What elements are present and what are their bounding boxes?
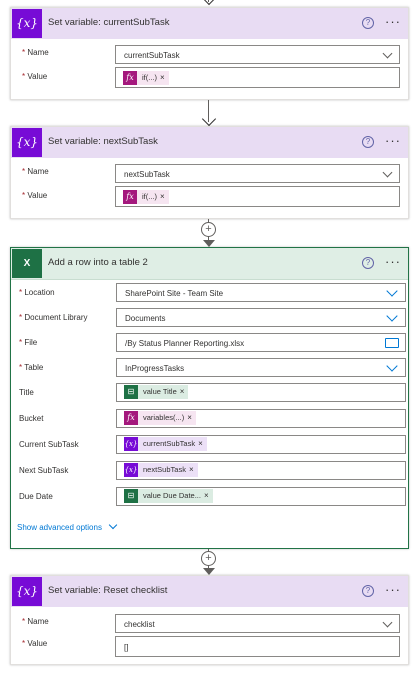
show-advanced-options-link[interactable]: Show advanced options bbox=[17, 520, 118, 532]
remove-token-icon[interactable]: × bbox=[160, 73, 165, 82]
more-options-icon[interactable]: ··· bbox=[385, 582, 401, 597]
card-header[interactable]: {x} Set variable: nextSubTask ? ··· bbox=[11, 127, 408, 158]
fx-icon: fx bbox=[123, 190, 137, 204]
action-card-add-row-excel: X Add a row into a table 2 ? ··· * Locat… bbox=[10, 247, 409, 549]
card-title: Add a row into a table 2 bbox=[48, 257, 148, 268]
field-label-name: * Name bbox=[22, 167, 49, 176]
field-label-value: * Value bbox=[22, 639, 48, 648]
variable-icon: {x} bbox=[124, 463, 138, 477]
name-dropdown[interactable]: checklist bbox=[115, 614, 400, 633]
name-dropdown[interactable]: nextSubTask bbox=[115, 164, 400, 183]
field-label-value: * Value bbox=[22, 72, 48, 81]
chevron-down-icon[interactable] bbox=[382, 617, 393, 628]
variable-icon: {x} bbox=[124, 437, 138, 451]
fx-icon: fx bbox=[124, 411, 138, 425]
excel-token-icon: ⊟ bbox=[124, 385, 138, 399]
file-picker[interactable]: /By Status Planner Reporting.xlsx bbox=[116, 333, 406, 352]
more-options-icon[interactable]: ··· bbox=[385, 14, 401, 29]
variable-token[interactable]: {x} currentSubTask × bbox=[124, 437, 207, 451]
field-label-current-subtask: Current SubTask bbox=[19, 440, 79, 449]
value-input[interactable]: fx if(...) × bbox=[115, 67, 400, 88]
remove-token-icon[interactable]: × bbox=[160, 192, 165, 201]
chevron-down-icon[interactable] bbox=[386, 310, 398, 322]
document-library-dropdown[interactable]: Documents bbox=[116, 308, 406, 327]
card-title: Set variable: nextSubTask bbox=[48, 136, 158, 147]
title-input[interactable]: ⊟ value Title × bbox=[116, 383, 406, 402]
card-header[interactable]: X Add a row into a table 2 ? ··· bbox=[11, 248, 408, 280]
expression-token[interactable]: fx if(...) × bbox=[123, 71, 169, 85]
excel-icon: X bbox=[12, 249, 42, 278]
bucket-input[interactable]: fx variables(...) × bbox=[116, 409, 406, 428]
more-options-icon[interactable]: ··· bbox=[385, 133, 401, 148]
chevron-down-icon[interactable] bbox=[382, 48, 393, 59]
insert-step-button[interactable]: + bbox=[201, 222, 216, 237]
remove-token-icon[interactable]: × bbox=[189, 465, 194, 474]
field-label-table: * Table bbox=[19, 363, 44, 372]
field-label-name: * Name bbox=[22, 48, 49, 57]
table-dropdown[interactable]: InProgressTasks bbox=[116, 358, 406, 377]
chevron-down-icon bbox=[108, 520, 118, 530]
remove-token-icon[interactable]: × bbox=[198, 439, 203, 448]
help-icon[interactable]: ? bbox=[362, 136, 374, 148]
field-label-document-library: * Document Library bbox=[19, 313, 88, 322]
connector-arrow-icon bbox=[201, 111, 217, 127]
variable-icon: {x} bbox=[12, 9, 42, 38]
name-dropdown[interactable]: currentSubTask bbox=[115, 45, 400, 64]
card-title: Set variable: currentSubTask bbox=[48, 17, 170, 28]
variable-icon: {x} bbox=[12, 577, 42, 606]
remove-token-icon[interactable]: × bbox=[204, 491, 209, 500]
connector-arrow-icon bbox=[203, 568, 215, 575]
more-options-icon[interactable]: ··· bbox=[385, 254, 401, 269]
location-dropdown[interactable]: SharePoint Site - Team Site bbox=[116, 283, 406, 302]
variable-icon: {x} bbox=[12, 128, 42, 157]
card-header[interactable]: {x} Set variable: currentSubTask ? ··· bbox=[11, 8, 408, 39]
help-icon[interactable]: ? bbox=[362, 17, 374, 29]
value-input[interactable]: [] bbox=[115, 636, 400, 657]
folder-icon[interactable] bbox=[385, 338, 399, 348]
field-label-file: * File bbox=[19, 338, 38, 347]
field-label-next-subtask: Next SubTask bbox=[19, 466, 69, 475]
field-label-location: * Location bbox=[19, 288, 55, 297]
card-title: Set variable: Reset checklist bbox=[48, 585, 168, 596]
value-input[interactable]: fx if(...) × bbox=[115, 186, 400, 207]
due-date-input[interactable]: ⊟ value Due Date... × bbox=[116, 487, 406, 506]
field-label-name: * Name bbox=[22, 617, 49, 626]
expression-token[interactable]: fx variables(...) × bbox=[124, 411, 196, 425]
next-subtask-input[interactable]: {x} nextSubTask × bbox=[116, 461, 406, 480]
field-label-value: * Value bbox=[22, 191, 48, 200]
current-subtask-input[interactable]: {x} currentSubTask × bbox=[116, 435, 406, 454]
action-card-reset-checklist: {x} Set variable: Reset checklist ? ··· … bbox=[10, 575, 409, 665]
chevron-down-icon[interactable] bbox=[386, 360, 398, 372]
action-card-set-next-subtask: {x} Set variable: nextSubTask ? ··· * Na… bbox=[10, 126, 409, 219]
action-card-set-current-subtask: {x} Set variable: currentSubTask ? ··· *… bbox=[10, 7, 409, 100]
chevron-down-icon[interactable] bbox=[382, 167, 393, 178]
card-header[interactable]: {x} Set variable: Reset checklist ? ··· bbox=[11, 576, 408, 607]
field-label-bucket: Bucket bbox=[19, 414, 44, 423]
dynamic-content-token[interactable]: ⊟ value Due Date... × bbox=[124, 489, 213, 503]
field-label-title: Title bbox=[19, 388, 34, 397]
dynamic-content-token[interactable]: ⊟ value Title × bbox=[124, 385, 189, 399]
excel-token-icon: ⊟ bbox=[124, 489, 138, 503]
connector-arrow-icon bbox=[203, 240, 215, 247]
expression-token[interactable]: fx if(...) × bbox=[123, 190, 169, 204]
field-label-due-date: Due Date bbox=[19, 492, 53, 501]
remove-token-icon[interactable]: × bbox=[180, 387, 185, 396]
connector-arrow-icon bbox=[201, 0, 217, 6]
help-icon[interactable]: ? bbox=[362, 585, 374, 597]
remove-token-icon[interactable]: × bbox=[187, 413, 192, 422]
chevron-down-icon[interactable] bbox=[386, 285, 398, 297]
variable-token[interactable]: {x} nextSubTask × bbox=[124, 463, 198, 477]
help-icon[interactable]: ? bbox=[362, 257, 374, 269]
fx-icon: fx bbox=[123, 71, 137, 85]
insert-step-button[interactable]: + bbox=[201, 551, 216, 566]
